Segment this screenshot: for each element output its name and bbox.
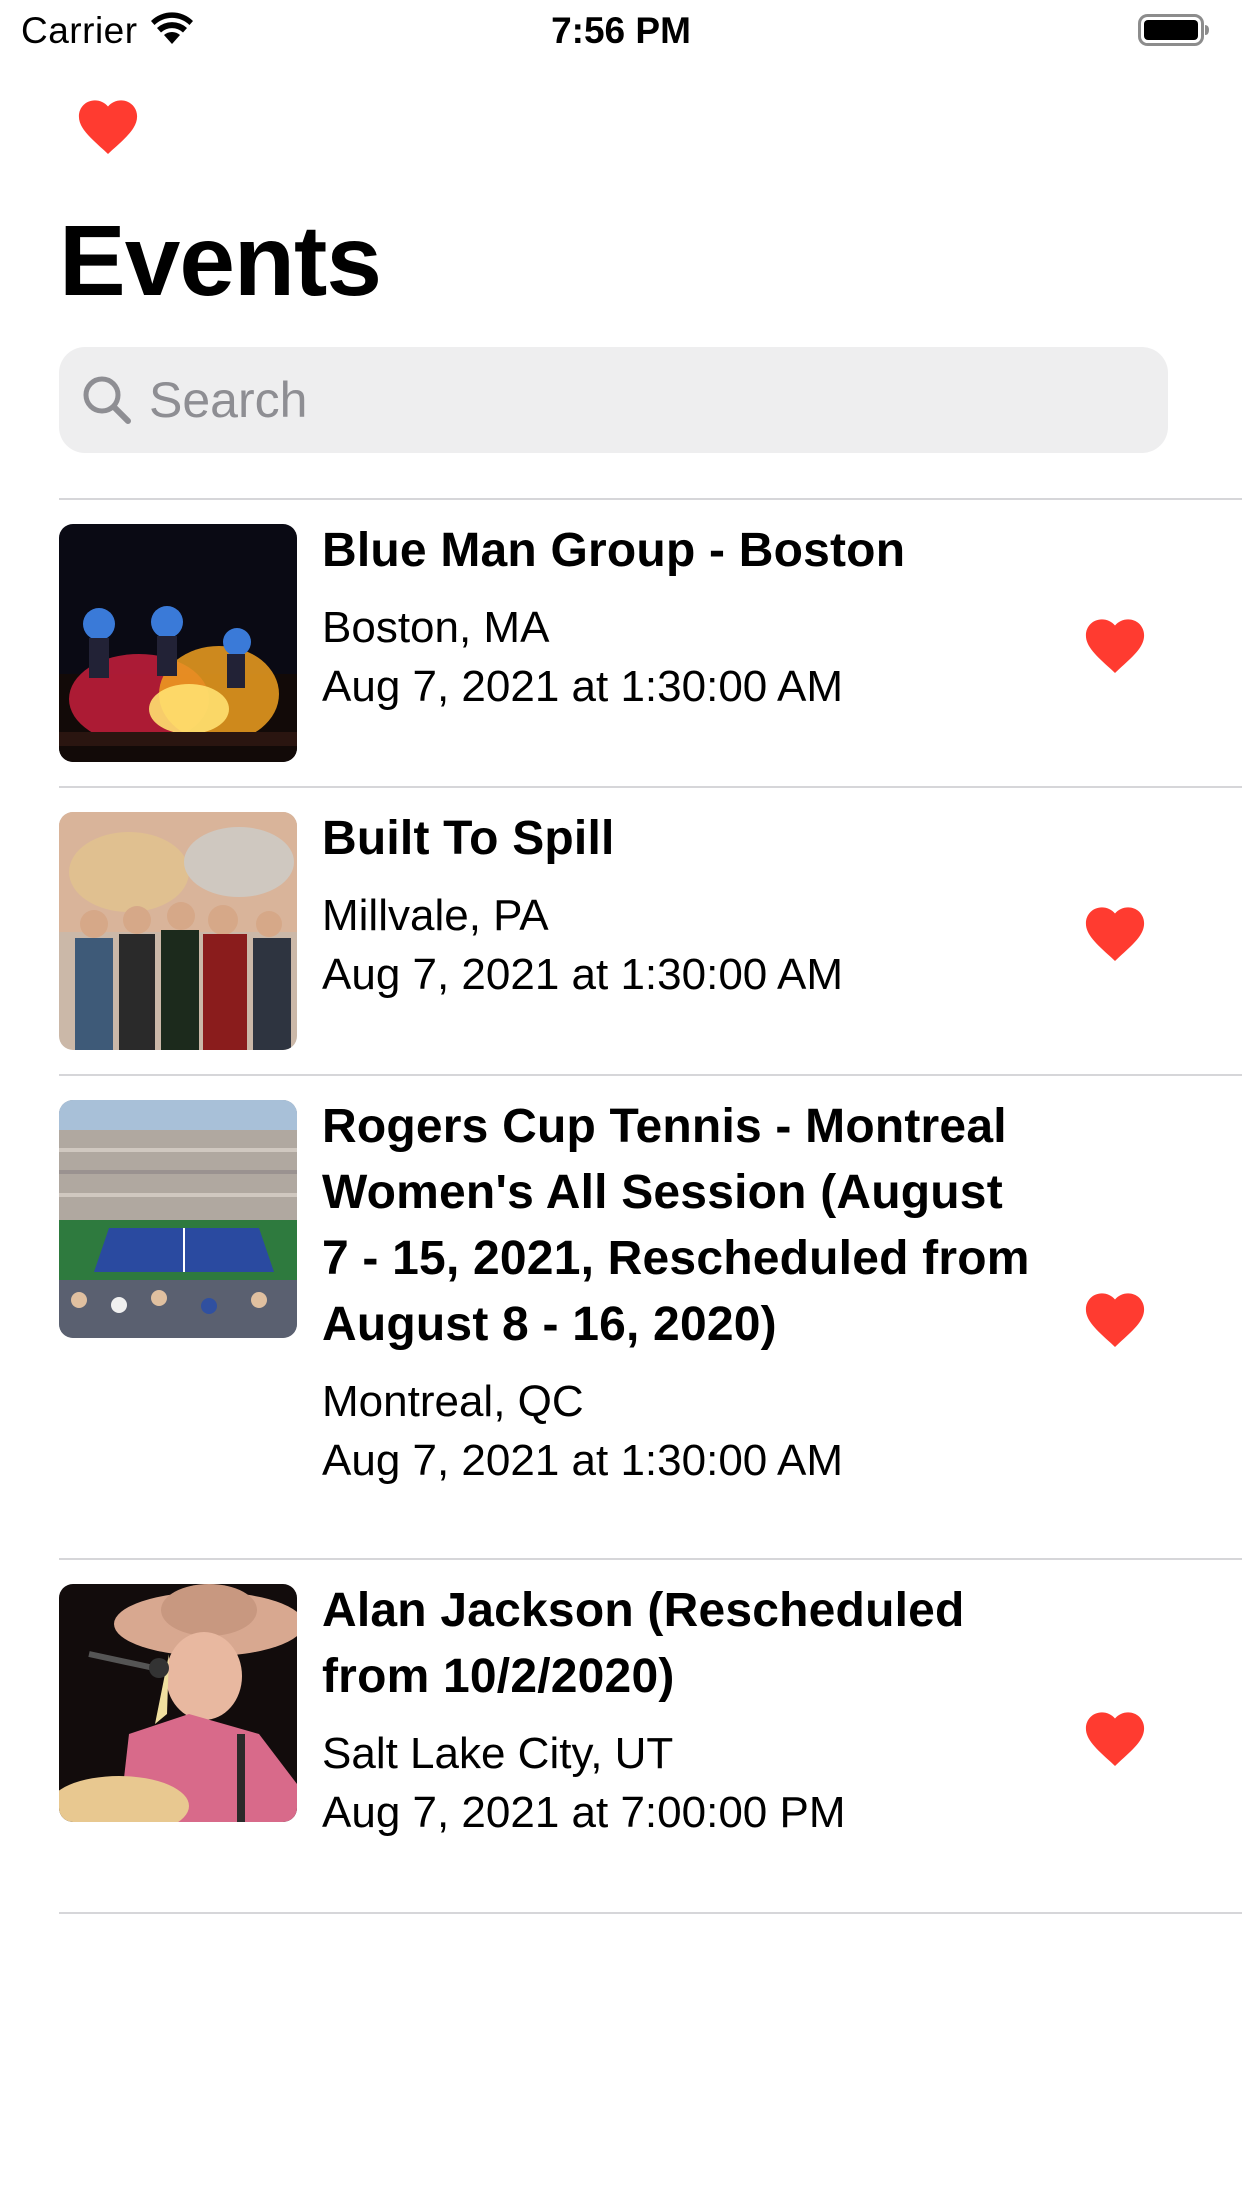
favorite-heart-icon[interactable]	[1080, 1285, 1150, 1349]
battery-icon	[1138, 14, 1209, 46]
event-date: Aug 7, 2021 at 1:30:00 AM	[322, 662, 844, 711]
event-row-rogers-cup-tennis[interactable]: Rogers Cup Tennis - Montreal Women's All…	[0, 1076, 1242, 1558]
event-date: Aug 7, 2021 at 1:30:00 AM	[322, 1436, 844, 1485]
favorite-heart-icon[interactable]	[1080, 611, 1150, 675]
event-title: Built To Spill	[322, 812, 615, 865]
events-screen: Carrier 7:56 PM Events Search Blue Man G…	[0, 0, 1242, 2208]
event-date: Aug 7, 2021 at 1:30:00 AM	[322, 950, 844, 999]
event-location: Salt Lake City, UT	[322, 1729, 674, 1778]
event-photo	[59, 1100, 297, 1338]
event-details: Built To Spill Millvale, PA Aug 7, 2021 …	[322, 806, 1042, 1004]
search-icon	[83, 376, 131, 424]
row-separator	[59, 1912, 1242, 1914]
search-bar[interactable]	[59, 347, 1168, 453]
search-input[interactable]	[149, 347, 1139, 453]
event-title: Alan Jackson (Rescheduled from 10/2/2020…	[322, 1584, 965, 1703]
status-time: 7:56 PM	[551, 10, 691, 51]
event-row-built-to-spill[interactable]: Built To Spill Millvale, PA Aug 7, 2021 …	[0, 788, 1242, 1074]
event-row-blue-man-group[interactable]: Blue Man Group - Boston Boston, MA Aug 7…	[0, 500, 1242, 786]
event-thumbnail	[59, 812, 297, 1050]
event-details: Alan Jackson (Rescheduled from 10/2/2020…	[322, 1578, 1042, 1842]
favorite-heart-icon[interactable]	[1080, 899, 1150, 963]
event-photo	[59, 524, 297, 762]
event-title: Rogers Cup Tennis - Montreal Women's All…	[322, 1100, 1030, 1351]
status-bar: Carrier 7:56 PM	[0, 0, 1242, 62]
page-title: Events	[59, 205, 382, 317]
event-details: Rogers Cup Tennis - Montreal Women's All…	[322, 1094, 1042, 1490]
event-title: Blue Man Group - Boston	[322, 524, 906, 577]
event-thumbnail	[59, 1584, 297, 1822]
event-photo	[59, 1584, 297, 1822]
favorites-heart-icon[interactable]	[73, 92, 143, 156]
event-thumbnail	[59, 1100, 297, 1338]
favorite-heart-icon[interactable]	[1080, 1704, 1150, 1768]
event-location: Montreal, QC	[322, 1377, 584, 1426]
event-thumbnail	[59, 524, 297, 762]
event-details: Blue Man Group - Boston Boston, MA Aug 7…	[322, 518, 1042, 716]
event-date: Aug 7, 2021 at 7:00:00 PM	[322, 1788, 846, 1837]
event-row-alan-jackson[interactable]: Alan Jackson (Rescheduled from 10/2/2020…	[0, 1560, 1242, 1912]
event-photo	[59, 812, 297, 1050]
event-location: Boston, MA	[322, 603, 550, 652]
event-location: Millvale, PA	[322, 891, 549, 940]
